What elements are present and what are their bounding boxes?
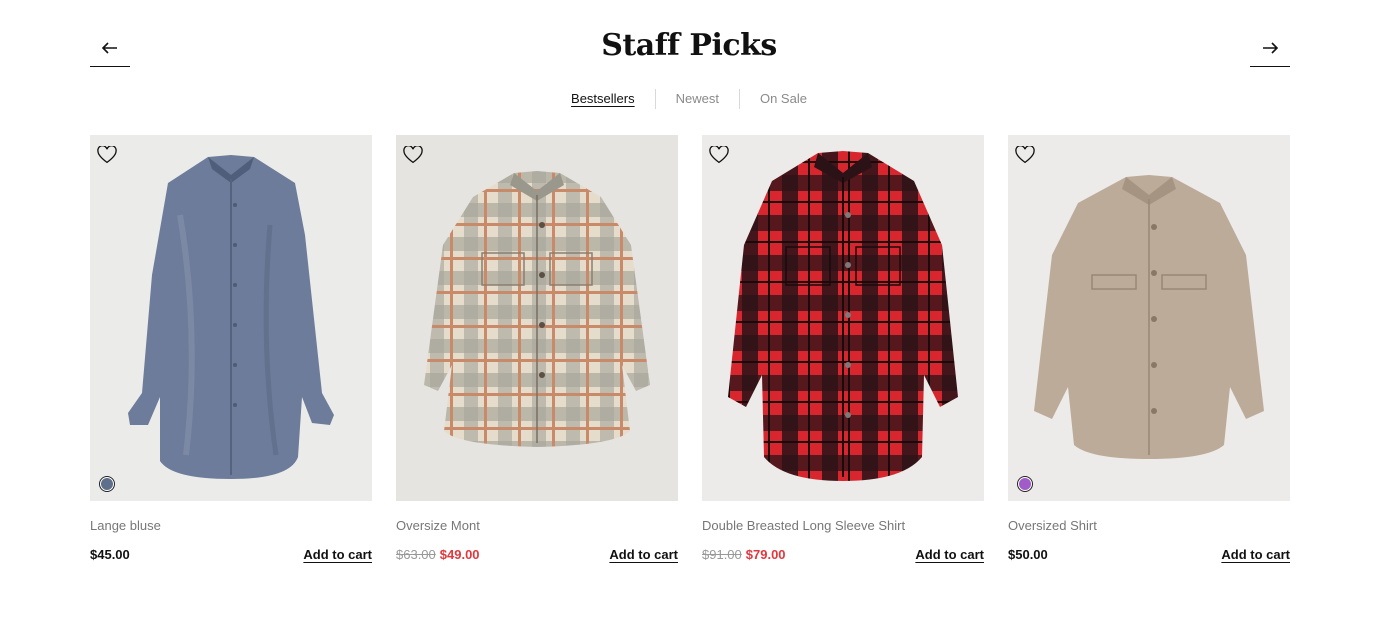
product-image[interactable] [702, 135, 984, 501]
add-to-cart-button[interactable]: Add to cart [1221, 547, 1290, 562]
sale-price: $79.00 [745, 547, 786, 562]
product-price: $45.00 [90, 547, 130, 562]
product-image[interactable] [1008, 135, 1290, 501]
original-price: $63.00 [396, 547, 436, 562]
red-plaid-coat-image [702, 135, 984, 501]
section-title: Staff Picks [601, 28, 777, 63]
price-row: $50.00 Add to cart [1008, 547, 1290, 562]
wishlist-heart-icon[interactable] [97, 146, 117, 164]
color-swatch[interactable] [1018, 477, 1032, 491]
price-row: $63.00 $49.00 Add to cart [396, 547, 678, 562]
add-to-cart-button[interactable]: Add to cart [303, 547, 372, 562]
product-card: Double Breasted Long Sleeve Shirt $91.00… [702, 135, 984, 562]
color-swatch[interactable] [100, 477, 114, 491]
product-price: $50.00 [1008, 547, 1048, 562]
product-image[interactable] [90, 135, 372, 501]
product-card: Oversize Mont $63.00 $49.00 Add to cart [396, 135, 678, 562]
plaid-shacket-image [396, 135, 678, 501]
add-to-cart-button[interactable]: Add to cart [915, 547, 984, 562]
add-to-cart-button[interactable]: Add to cart [609, 547, 678, 562]
tab-newest[interactable]: Newest [656, 89, 739, 109]
product-name[interactable]: Oversize Mont [396, 518, 480, 533]
wishlist-heart-icon[interactable] [1015, 146, 1035, 164]
product-card: Oversized Shirt $50.00 Add to cart [1008, 135, 1290, 562]
wishlist-heart-icon[interactable] [403, 146, 423, 164]
taupe-shacket-image [1008, 135, 1290, 501]
product-card: Lange bluse $45.00 Add to cart [90, 135, 372, 562]
product-price: $63.00 $49.00 [396, 547, 480, 562]
product-image[interactable] [396, 135, 678, 501]
price-row: $91.00 $79.00 Add to cart [702, 547, 984, 562]
sale-price: $49.00 [439, 547, 480, 562]
filter-tabs: Bestsellers Newest On Sale [0, 89, 1378, 109]
arrow-right-icon [1263, 42, 1278, 54]
next-button[interactable] [1250, 30, 1290, 67]
tab-bestsellers[interactable]: Bestsellers [551, 89, 655, 109]
satin-shirt-image [90, 135, 372, 501]
tab-on-sale[interactable]: On Sale [740, 89, 827, 109]
original-price: $91.00 [702, 547, 742, 562]
product-price: $91.00 $79.00 [702, 547, 786, 562]
product-name[interactable]: Oversized Shirt [1008, 518, 1097, 533]
wishlist-heart-icon[interactable] [709, 146, 729, 164]
price-row: $45.00 Add to cart [90, 547, 372, 562]
staff-picks-section: Staff Picks Bestsellers Newest On Sale L… [0, 0, 1378, 634]
product-name[interactable]: Double Breasted Long Sleeve Shirt [702, 518, 905, 533]
product-name[interactable]: Lange bluse [90, 518, 161, 533]
